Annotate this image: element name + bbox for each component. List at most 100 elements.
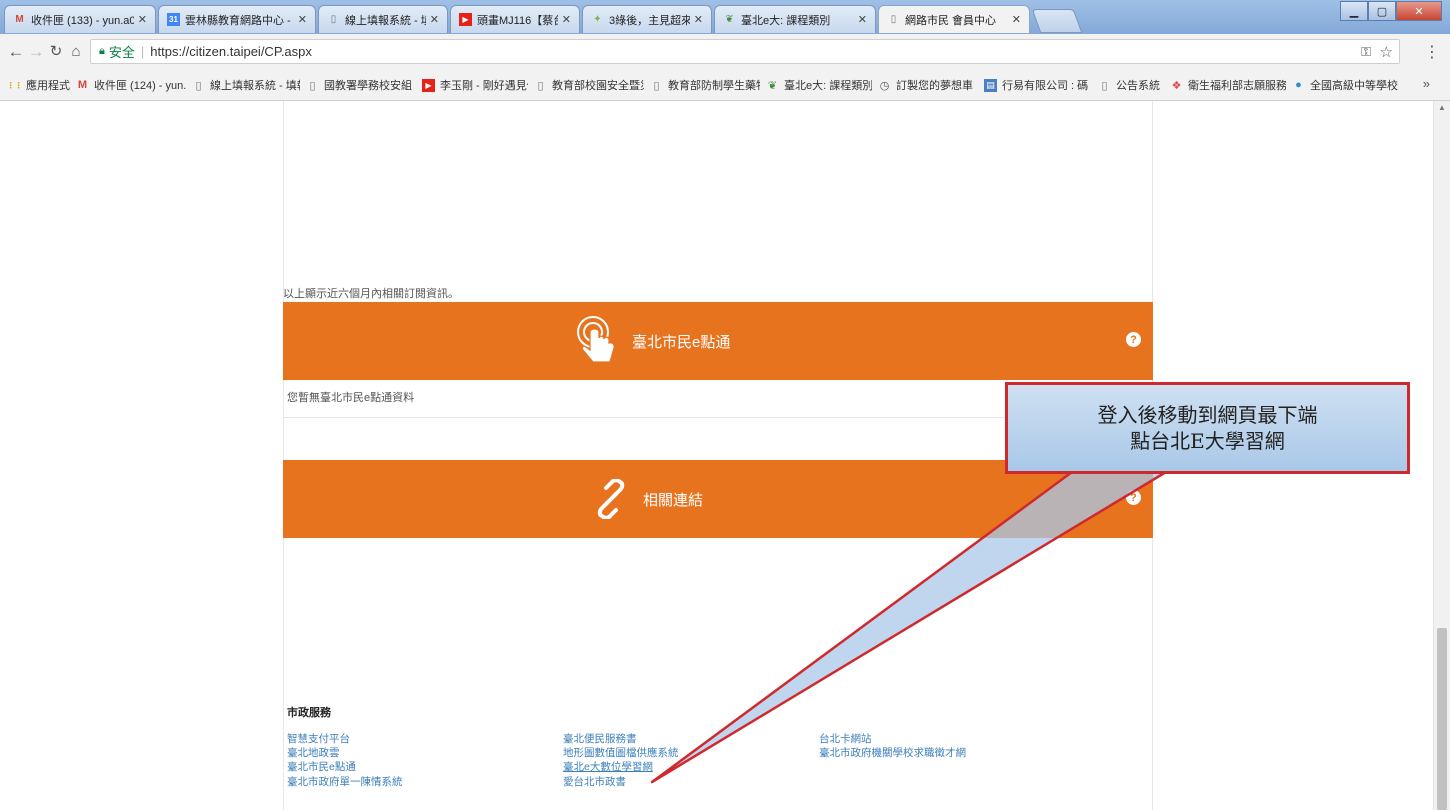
bookmark-item[interactable]: ▯ 教育部校園安全暨災: [534, 77, 644, 93]
link-petition-system[interactable]: 臺北市政府單一陳情系統: [287, 774, 403, 789]
bookmark-label: 公告系統: [1116, 80, 1160, 92]
bookmark-item[interactable]: ▯ 教育部防制學生藥物: [650, 77, 760, 93]
bookmark-item[interactable]: ▤ 行易有限公司 : 碼: [984, 77, 1092, 93]
bookmark-item[interactable]: M 收件匣 (124) - yun.a: [76, 77, 186, 93]
close-icon[interactable]: ✕: [138, 13, 147, 26]
tab-strip: M 收件匣 (133) - yun.a002 ✕ 31 雲林縣教育網路中心 - …: [0, 0, 1450, 35]
bookmark-star-icon[interactable]: ☆: [1380, 43, 1393, 61]
page-icon: ▯: [537, 79, 544, 92]
address-separator: |: [140, 44, 145, 59]
bookmark-item[interactable]: ▶ 李玉剛 - 剛好遇見你: [422, 77, 528, 93]
address-bar[interactable]: 🔒︎ 安全 | https://citizen.taipei/CP.aspx ⚿…: [90, 39, 1400, 64]
annotation-line-1: 登入後移動到網頁最下端: [1097, 403, 1318, 427]
links-panel: [283, 538, 1153, 810]
home-icon[interactable]: ⌂: [66, 42, 86, 62]
link-ecard[interactable]: 臺北市民e點通: [287, 759, 356, 774]
navigation-bar: ← → ↻ ⌂ 🔒︎ 安全 | https://citizen.taipei/C…: [0, 34, 1450, 71]
link-taipei-card[interactable]: 台北卡網站: [819, 731, 872, 746]
tab-label: 收件匣 (133) - yun.a002: [31, 14, 134, 27]
forward-icon[interactable]: →: [26, 42, 46, 62]
bookmark-item[interactable]: ❖ 衛生福利部志願服務: [1170, 77, 1286, 93]
link-topographic-map[interactable]: 地形圖數值圖檔供應系統: [563, 745, 679, 760]
more-bookmarks-icon[interactable]: »: [1423, 76, 1430, 91]
close-icon[interactable]: ✕: [694, 13, 703, 26]
chain-link-icon: [597, 479, 625, 519]
vertical-scrollbar[interactable]: ▲: [1433, 101, 1450, 810]
tab-youtube[interactable]: ▶ 頭畫MJ116【蔡台探 ✕: [450, 5, 580, 33]
link-land-cloud[interactable]: 臺北地政雲: [287, 745, 340, 760]
back-icon[interactable]: ←: [6, 42, 26, 62]
bookmark-item[interactable]: ❦ 臺北e大: 課程類別: [766, 77, 872, 93]
bookmark-label: 李玉剛 - 剛好遇見你: [440, 80, 528, 92]
tab-label: 頭畫MJ116【蔡台探: [477, 14, 558, 27]
bookmark-label: 收件匣 (124) - yun.a: [94, 80, 186, 92]
ecard-help-icon[interactable]: ?: [1126, 332, 1141, 347]
bookmark-item[interactable]: ▯ 國教署學務校安組: [306, 77, 416, 93]
tab-gmail[interactable]: M 收件匣 (133) - yun.a002 ✕: [4, 5, 156, 33]
bookmarks-bar: ⋮⋮ 應用程式 M 收件匣 (124) - yun.a ▯ 線上填報系統 - 填報 ▯…: [0, 70, 1450, 101]
emblem-icon: ❖: [1171, 79, 1182, 92]
apps-icon: ⋮⋮: [8, 80, 23, 90]
lock-icon: 🔒︎: [99, 45, 105, 57]
key-icon[interactable]: ⚿: [1361, 44, 1371, 60]
close-icon[interactable]: ✕: [1012, 13, 1021, 26]
page-icon: ▯: [890, 13, 897, 25]
link-love-taipei[interactable]: 愛台北市政書: [563, 774, 626, 789]
close-icon[interactable]: ✕: [562, 13, 571, 26]
bookmark-item[interactable]: ⋮⋮ 應用程式: [8, 77, 70, 93]
scroll-thumb[interactable]: [1437, 628, 1447, 810]
youtube-icon: ▶: [459, 13, 472, 26]
link-taipei-e-learning[interactable]: 臺北e大數位學習網: [563, 759, 653, 774]
menu-icon[interactable]: ⋮: [1424, 42, 1440, 62]
page-icon: ▯: [330, 13, 337, 25]
gmail-icon: M: [15, 13, 24, 25]
bookmark-label: 全國高級中等學校: [1310, 80, 1398, 92]
tab-taipei-e[interactable]: ❦ 臺北e大: 課程類別 ✕: [714, 5, 876, 33]
bookmark-label: 教育部校園安全暨災: [552, 80, 644, 92]
close-icon[interactable]: ✕: [298, 13, 307, 26]
gmail-icon: M: [77, 79, 88, 91]
window-close-icon[interactable]: ✕: [1396, 1, 1442, 21]
link-smart-payment[interactable]: 智慧支付平台: [287, 731, 350, 746]
subscription-panel: [283, 101, 1153, 302]
bookmark-label: 應用程式: [26, 80, 70, 92]
bookmark-label: 衛生福利部志願服務: [1188, 80, 1286, 92]
ecard-empty-message: 您暫無臺北市民e點通資料: [287, 392, 415, 404]
links-help-icon[interactable]: ?: [1126, 490, 1141, 505]
annotation-callout: 登入後移動到網頁最下端 點台北E大學習網: [1005, 382, 1410, 474]
page-icon: ▯: [309, 79, 316, 92]
close-icon[interactable]: ✕: [858, 13, 867, 26]
ecard-title: 臺北市民e點通: [632, 333, 731, 351]
tab-label: 3綠後，主見超來越難: [609, 14, 690, 27]
close-icon[interactable]: ✕: [430, 13, 439, 26]
bookmark-item[interactable]: ▯ 線上填報系統 - 填報: [192, 77, 300, 93]
touch-hand-icon: [577, 316, 615, 363]
page-icon: ▯: [195, 79, 202, 92]
tab-report-system[interactable]: ▯ 線上填報系統 - 填報系統 ✕: [318, 5, 448, 33]
page-icon: ▯: [1101, 79, 1108, 92]
bookmark-item[interactable]: ◷ 訂製您的夢想車: [878, 77, 978, 93]
tab-article[interactable]: ✦ 3綠後，主見超來越難 ✕: [582, 5, 712, 33]
minimize-icon[interactable]: ▁: [1340, 1, 1368, 21]
scroll-up-icon[interactable]: ▲: [1438, 103, 1446, 112]
ecard-banner: 臺北市民e點通 ?: [283, 302, 1153, 380]
tab-member-center[interactable]: ▯ 網路市民 會員中心 ✕: [878, 5, 1030, 33]
tab-yunlin[interactable]: 31 雲林縣教育網路中心 - 日 ✕: [158, 5, 316, 33]
tab-label: 臺北e大: 課程類別: [741, 14, 831, 27]
link-job-portal[interactable]: 臺北市政府機關學校求職徵才網: [819, 745, 966, 760]
url-text[interactable]: https://citizen.taipei/CP.aspx: [150, 44, 312, 59]
youtube-icon: ▶: [422, 78, 435, 92]
page-icon: ▯: [653, 79, 660, 92]
reload-icon[interactable]: ↻: [46, 42, 66, 62]
secure-label: 安全: [108, 45, 135, 60]
tab-label: 雲林縣教育網路中心 - 日: [185, 14, 294, 27]
bookmark-item[interactable]: ▯ 公告系統: [1098, 77, 1164, 93]
globe-icon: ●: [1295, 79, 1302, 91]
links-section-heading: 市政服務: [287, 707, 331, 719]
bookmark-label: 國教署學務校安組: [324, 80, 412, 92]
bookmark-item[interactable]: ● 全國高級中等學校: [1292, 77, 1404, 93]
new-tab-button[interactable]: [1031, 9, 1083, 33]
maximize-icon[interactable]: ▢: [1368, 1, 1396, 21]
subscription-note: 以上顯示近六個月內相關訂閱資訊。: [283, 288, 459, 300]
link-service-book[interactable]: 臺北便民服務書: [563, 731, 637, 746]
